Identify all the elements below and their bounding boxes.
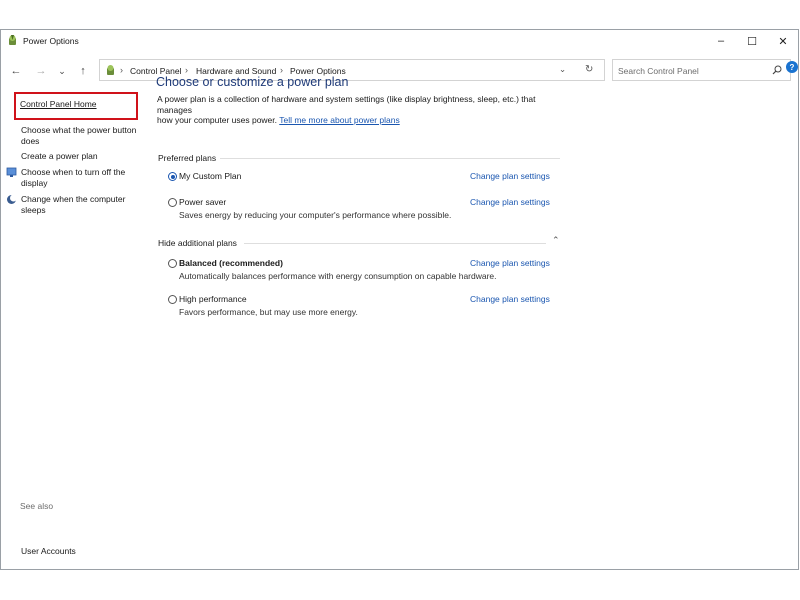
page-description: A power plan is a collection of hardware… [157, 94, 567, 126]
search-box[interactable]: Search Control Panel [612, 59, 791, 81]
change-plan-settings-link[interactable]: Change plan settings [470, 197, 550, 207]
navigation-row: ← → ⌄ ↑ › Control Panel › Hardware and S… [1, 57, 798, 83]
up-arrow-icon[interactable]: ↑ [76, 64, 90, 78]
minimize-button[interactable]: – [705, 30, 737, 52]
user-accounts-link[interactable]: User Accounts [21, 546, 76, 557]
search-icon[interactable] [772, 65, 782, 75]
divider [244, 243, 546, 244]
recent-locations-icon[interactable]: ⌄ [55, 64, 69, 78]
plan-desc-power-saver: Saves energy by reducing your computer's… [179, 210, 452, 220]
description-text: how your computer uses power. [157, 115, 278, 125]
change-plan-settings-link[interactable]: Change plan settings [470, 258, 550, 268]
search-input[interactable]: Search Control Panel [618, 66, 699, 76]
collapse-chevron-icon[interactable]: ⌃ [552, 235, 560, 246]
plan-name-my-custom: My Custom Plan [179, 171, 242, 181]
sidebar-item-label: Choose what the power button [21, 125, 137, 135]
sidebar-item-computer-sleeps[interactable]: Change when the computer sleeps [21, 194, 125, 215]
sidebar-item-label: Create a power plan [21, 151, 98, 161]
back-arrow-icon[interactable]: ← [9, 64, 23, 78]
divider [220, 158, 560, 159]
sidebar-item-label: Choose when to turn off the [21, 167, 126, 177]
control-panel-icon [107, 65, 114, 75]
close-button[interactable]: ✕ [767, 30, 799, 52]
sidebar-item-label: sleeps [21, 204, 46, 215]
change-plan-settings-link[interactable]: Change plan settings [470, 171, 550, 181]
sidebar-item-label: Change when the computer [21, 194, 126, 204]
plan-desc-high-performance: Favors performance, but may use more ene… [179, 307, 358, 317]
change-plan-settings-link[interactable]: Change plan settings [470, 294, 550, 304]
help-icon[interactable]: ? [786, 61, 798, 73]
plan-name-balanced: Balanced (recommended) [179, 258, 283, 268]
preferred-plans-heading: Preferred plans [158, 153, 217, 163]
sidebar-item-turn-off-display[interactable]: Choose when to turn off the display [21, 167, 125, 188]
breadcrumb-separator: › [280, 65, 283, 75]
learn-more-link[interactable]: Tell me more about power plans [279, 115, 399, 125]
breadcrumb-separator: › [185, 65, 188, 75]
sidebar-item-label: does [21, 135, 40, 146]
sidebar-item-label: display [21, 177, 48, 188]
plan-name-high-performance: High performance [179, 294, 247, 304]
sleep-moon-icon [7, 194, 17, 204]
window-title: Power Options [23, 36, 79, 46]
hide-additional-plans-heading[interactable]: Hide additional plans [158, 238, 237, 248]
sidebar-item-power-button[interactable]: Choose what the power button does [21, 125, 136, 146]
description-text: A power plan is a collection of hardware… [157, 94, 536, 115]
highlight-annotation [14, 92, 138, 120]
sidebar-item-create-plan[interactable]: Create a power plan [21, 151, 98, 162]
plan-desc-balanced: Automatically balances performance with … [179, 271, 497, 281]
display-icon [6, 167, 17, 177]
plan-name-power-saver: Power saver [179, 197, 227, 207]
plan-radio-my-custom[interactable] [168, 172, 177, 181]
plan-radio-high-performance[interactable] [168, 295, 177, 304]
maximize-button[interactable]: ☐ [736, 30, 768, 52]
plan-radio-balanced[interactable] [168, 259, 177, 268]
see-also-heading: See also [20, 501, 54, 511]
plan-radio-power-saver[interactable] [168, 198, 177, 207]
address-dropdown-icon[interactable]: ⌄ [559, 64, 566, 75]
power-options-icon [9, 35, 16, 45]
breadcrumb-separator: › [120, 65, 123, 75]
title-bar: Power Options – ☐ ✕ [1, 30, 798, 52]
page-title: Choose or customize a power plan [156, 75, 349, 89]
forward-arrow-icon[interactable]: → [34, 64, 48, 78]
refresh-icon[interactable]: ↻ [585, 64, 593, 75]
